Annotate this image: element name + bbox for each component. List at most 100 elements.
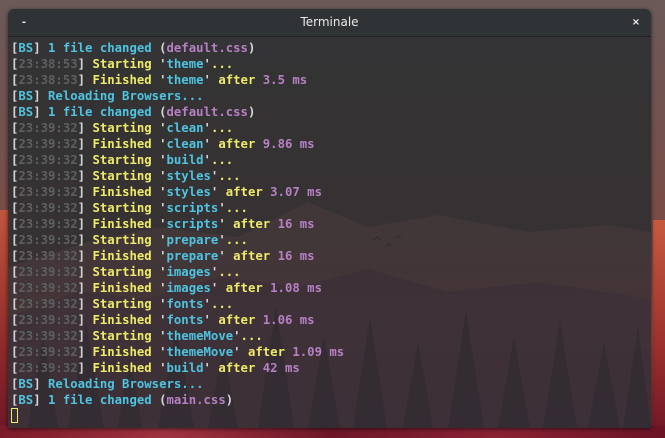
terminal-line: [23:39:32] Starting 'prepare'...	[11, 232, 651, 248]
bracket-text: ]	[77, 249, 86, 263]
message-text: Starting	[85, 329, 160, 343]
message-text: ...	[225, 233, 248, 247]
terminal-line: [BS] 1 file changed (default.css)	[11, 104, 651, 120]
bracket-text: ]	[77, 281, 86, 295]
timestamp: 23:39:32	[18, 313, 78, 327]
message-text: after	[225, 217, 278, 231]
bracket-text: ]	[77, 57, 86, 71]
bracket-text: (	[159, 41, 167, 55]
message-text: after	[240, 345, 293, 359]
message-text: ...	[218, 169, 241, 183]
highlight-text: themeMove	[166, 329, 234, 343]
message-text: Finished	[85, 185, 160, 199]
window-title: Terminale	[300, 15, 359, 29]
highlight-text: BS	[18, 377, 34, 391]
bracket-text: '	[159, 313, 167, 327]
message-text: Finished	[85, 281, 160, 295]
bracket-text: (	[159, 105, 167, 119]
terminal-line: [23:39:32] Starting 'scripts'...	[11, 200, 651, 216]
highlight-text: prepare	[166, 249, 219, 263]
message-text: Starting	[85, 57, 160, 71]
timestamp: 23:39:32	[18, 265, 78, 279]
value-text: 16 ms	[277, 217, 315, 231]
bracket-text: '	[203, 121, 211, 135]
timestamp: 23:39:32	[18, 249, 78, 263]
highlight-text: theme	[166, 57, 204, 71]
value-text: 3.5 ms	[262, 73, 308, 87]
terminal-line: [23:39:32] Finished 'images' after 1.08 …	[11, 280, 651, 296]
terminal-window[interactable]: - Terminale × [BS] 1 file changed (defau…	[8, 9, 651, 428]
bracket-text: ]	[77, 217, 86, 231]
bracket-text: '	[218, 201, 226, 215]
bracket-text: ]	[77, 297, 86, 311]
message-text: Starting	[85, 169, 160, 183]
value-text: 16 ms	[277, 249, 315, 263]
title-bar[interactable]: - Terminale ×	[8, 9, 651, 37]
message-text: Starting	[85, 121, 160, 135]
bracket-text: '	[159, 233, 167, 247]
timestamp: 23:39:32	[18, 153, 78, 167]
terminal-line: [23:39:32] Starting 'styles'...	[11, 168, 651, 184]
terminal-output[interactable]: [BS] 1 file changed (default.css) [23:38:…	[8, 37, 651, 424]
message-text: Starting	[85, 201, 160, 215]
bracket-text: '	[203, 297, 211, 311]
highlight-text: scripts	[166, 217, 219, 231]
bracket-text: '	[203, 137, 211, 151]
bracket-text: ]	[77, 121, 86, 135]
highlight-text: theme	[166, 73, 204, 87]
bracket-text: ]	[33, 41, 41, 55]
timestamp: 23:39:32	[18, 361, 78, 375]
terminal-line: [23:38:53] Finished 'theme' after 3.5 ms	[11, 72, 651, 88]
timestamp: 23:39:32	[18, 233, 78, 247]
message-text: after	[225, 249, 278, 263]
bracket-text: ]	[77, 313, 86, 327]
bracket-text: )	[225, 393, 234, 407]
value-text: 3.07 ms	[270, 185, 322, 199]
value-text: 9.86 ms	[262, 137, 315, 151]
message-text: Finished	[85, 137, 160, 151]
highlight-text: images	[166, 281, 211, 295]
timestamp: 23:39:32	[18, 169, 78, 183]
highlight-text: build	[166, 153, 204, 167]
bracket-text: '	[203, 313, 211, 327]
highlight-text: BS	[18, 41, 34, 55]
bracket-text: ]	[77, 361, 86, 375]
bracket-text: ]	[77, 345, 86, 359]
close-button[interactable]: ×	[625, 9, 647, 36]
bracket-text: ]	[77, 201, 86, 215]
message-text: after	[218, 185, 271, 199]
bracket-text: ]	[77, 137, 86, 151]
value-text: default.css	[166, 105, 248, 119]
highlight-text: styles	[166, 185, 211, 199]
value-text: 1.06 ms	[262, 313, 315, 327]
prompt-line[interactable]	[11, 408, 651, 424]
value-text: default.css	[166, 41, 248, 55]
bracket-text: '	[159, 73, 167, 87]
value-text: main.css	[166, 393, 226, 407]
bracket-text: '	[159, 153, 167, 167]
bracket-text: '	[159, 137, 167, 151]
terminal-line: [23:39:32] Starting 'fonts'...	[11, 296, 651, 312]
bracket-text: )	[247, 105, 256, 119]
bracket-text: '	[218, 217, 226, 231]
terminal-line: [23:39:32] Finished 'fonts' after 1.06 m…	[11, 312, 651, 328]
bracket-text: ]	[77, 169, 86, 183]
terminal-content[interactable]: [BS] 1 file changed (default.css) [23:38:…	[8, 37, 651, 428]
message-text: ...	[218, 265, 241, 279]
highlight-text: styles	[166, 169, 211, 183]
timestamp: 23:38:53	[18, 73, 78, 87]
message-text: Finished	[85, 313, 160, 327]
message-text: after	[210, 313, 263, 327]
terminal-line: [23:39:32] Finished 'styles' after 3.07 …	[11, 184, 651, 200]
message-text: Starting	[85, 265, 160, 279]
timestamp: 23:39:32	[18, 297, 78, 311]
bracket-text: )	[247, 41, 256, 55]
terminal-line: [23:39:32] Starting 'images'...	[11, 264, 651, 280]
highlight-text: build	[166, 361, 204, 375]
bracket-text: '	[159, 281, 167, 295]
terminal-line: [23:39:32] Starting 'clean'...	[11, 120, 651, 136]
timestamp: 23:39:32	[18, 345, 78, 359]
bracket-text: '	[159, 57, 167, 71]
message-text: ...	[210, 121, 234, 135]
terminal-line: [23:39:32] Finished 'scripts' after 16 m…	[11, 216, 651, 232]
